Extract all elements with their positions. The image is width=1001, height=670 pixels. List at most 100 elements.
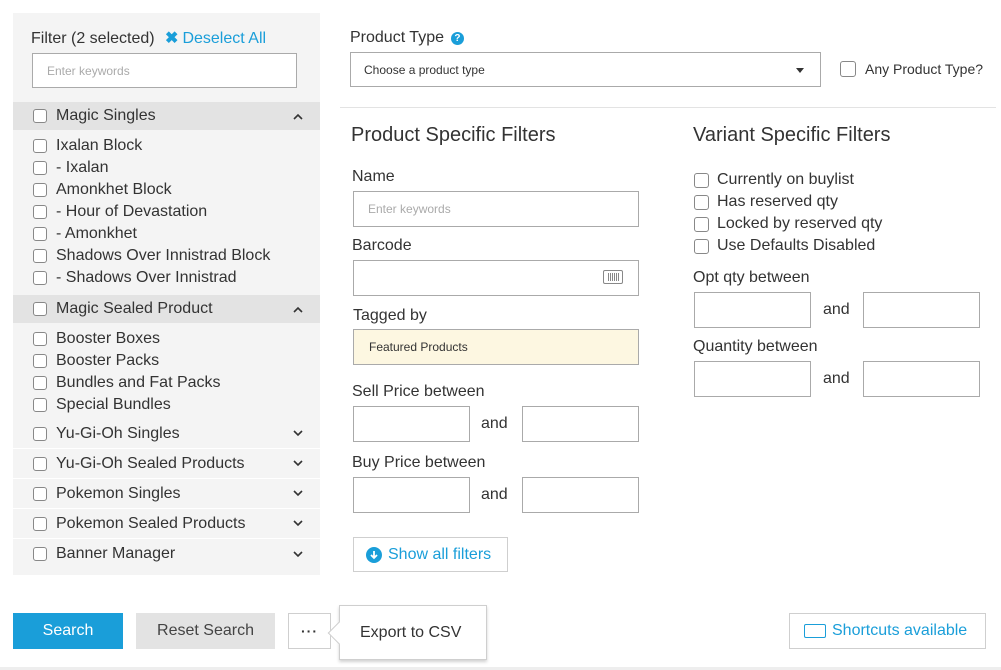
chevron-down-icon[interactable] [292, 428, 304, 440]
buy-price-label: Buy Price between [352, 454, 486, 471]
group-header-yugioh-sealed[interactable]: Yu-Gi-Oh Sealed Products [13, 449, 320, 479]
variant-checkbox-row[interactable]: Locked by reserved qty [694, 215, 882, 233]
search-button[interactable]: Search [13, 613, 123, 649]
popover-arrow [327, 621, 351, 645]
and-label: and [823, 301, 850, 318]
filter-count-label: Filter (2 selected) [31, 30, 155, 47]
list-item[interactable]: Amonkhet Block [13, 179, 320, 201]
filter-panel: Filter (2 selected) ✖Deselect All Magic … [13, 13, 320, 575]
item-checkbox[interactable] [33, 398, 47, 412]
variant-checkbox-row[interactable]: Currently on buylist [694, 171, 854, 189]
list-item[interactable]: - Amonkhet [13, 223, 320, 245]
keyboard-icon [804, 624, 826, 638]
chevron-down-icon[interactable] [292, 458, 304, 470]
item-checkbox[interactable] [33, 139, 47, 153]
list-item[interactable]: Special Bundles [13, 394, 320, 416]
group-label: Pokemon Sealed Products [56, 514, 246, 532]
list-item[interactable]: Booster Boxes [13, 328, 320, 350]
show-all-filters-label: Show all filters [388, 545, 492, 563]
filter-search-input[interactable] [32, 53, 297, 88]
product-type-text: Product Type [350, 29, 444, 46]
chevron-down-icon[interactable] [292, 548, 304, 560]
chevron-up-icon[interactable] [292, 303, 304, 315]
opt-qty-label: Opt qty between [693, 269, 810, 286]
quantity-max-input[interactable] [863, 361, 980, 397]
any-product-type-checkbox[interactable] [840, 61, 856, 77]
group-header-magic-sealed[interactable]: Magic Sealed Product [13, 295, 320, 323]
buy-price-max-input[interactable] [522, 477, 639, 513]
list-item[interactable]: Ixalan Block [13, 135, 320, 157]
sell-price-min-input[interactable] [353, 406, 470, 442]
group-label: Yu-Gi-Oh Sealed Products [56, 454, 245, 472]
reset-search-button[interactable]: Reset Search [136, 613, 275, 649]
deselect-all-label: Deselect All [182, 30, 267, 47]
variant-checkbox-row[interactable]: Use Defaults Disabled [694, 237, 875, 255]
any-product-type-toggle[interactable]: Any Product Type? [840, 61, 983, 77]
chevron-down-icon[interactable] [292, 488, 304, 500]
item-label: Ixalan Block [56, 137, 143, 154]
quantity-label: Quantity between [693, 338, 818, 355]
variant-checkbox-row[interactable]: Has reserved qty [694, 193, 838, 211]
buy-price-min-input[interactable] [353, 477, 470, 513]
group-checkbox[interactable] [33, 456, 47, 471]
variant-checkbox-label: Locked by reserved qty [717, 215, 883, 232]
list-item[interactable]: Booster Packs [13, 350, 320, 372]
item-label: Booster Boxes [56, 330, 161, 347]
chevron-down-icon[interactable] [292, 518, 304, 530]
group-checkbox[interactable] [33, 547, 47, 561]
show-all-filters-button[interactable]: Show all filters [353, 537, 508, 572]
barcode-icon[interactable] [603, 270, 623, 284]
question-circle-icon[interactable]: ? [450, 31, 464, 45]
item-checkbox[interactable] [33, 205, 47, 219]
variant-checkbox[interactable] [694, 172, 709, 188]
opt-qty-max-input[interactable] [863, 292, 980, 328]
shortcuts-button[interactable]: Shortcuts available [789, 613, 986, 649]
group-checkbox[interactable] [33, 486, 47, 501]
quantity-min-input[interactable] [694, 361, 811, 397]
item-checkbox[interactable] [33, 354, 47, 368]
barcode-input[interactable] [353, 260, 639, 296]
item-label: Shadows Over Innistrad Block [56, 247, 271, 264]
variant-checkbox[interactable] [694, 216, 709, 232]
item-checkbox[interactable] [33, 227, 47, 241]
chevron-up-icon[interactable] [292, 110, 304, 122]
item-checkbox[interactable] [33, 249, 47, 263]
group-header-banner-manager[interactable]: Banner Manager [13, 539, 320, 569]
group-header-yugioh-singles[interactable]: Yu-Gi-Oh Singles [13, 419, 320, 449]
list-item[interactable]: Bundles and Fat Packs [13, 372, 320, 394]
export-csv-menu-item[interactable]: Export to CSV [327, 605, 487, 660]
list-item[interactable]: Shadows Over Innistrad Block [13, 245, 320, 267]
group-checkbox[interactable] [33, 426, 47, 441]
name-input[interactable] [353, 191, 639, 227]
variant-checkbox[interactable] [694, 194, 709, 210]
more-options-button[interactable]: ··· [288, 613, 331, 649]
opt-qty-min-input[interactable] [694, 292, 811, 328]
tagged-by-input[interactable]: Featured Products [353, 329, 639, 365]
product-filters-title: Product Specific Filters [351, 124, 556, 146]
filter-header: Filter (2 selected) ✖ Deselect All [31, 28, 266, 48]
variant-checkbox[interactable] [694, 238, 709, 254]
sell-price-max-input[interactable] [522, 406, 639, 442]
item-checkbox[interactable] [33, 271, 47, 285]
group-checkbox[interactable] [33, 302, 47, 316]
group-header-pokemon-sealed[interactable]: Pokemon Sealed Products [13, 509, 320, 539]
item-label: - Ixalan [56, 159, 109, 176]
item-checkbox[interactable] [33, 376, 47, 390]
item-checkbox[interactable] [33, 183, 47, 197]
item-checkbox[interactable] [33, 161, 47, 175]
deselect-all-button[interactable]: ✖ Deselect All [165, 30, 266, 47]
arrow-down-circle-icon [366, 546, 382, 563]
group-checkbox[interactable] [33, 516, 47, 531]
list-item[interactable]: - Ixalan [13, 157, 320, 179]
list-item[interactable]: - Hour of Devastation [13, 201, 320, 223]
group-checkbox[interactable] [33, 109, 47, 123]
group-header-pokemon-singles[interactable]: Pokemon Singles [13, 479, 320, 509]
product-type-select[interactable]: Choose a product type [350, 52, 821, 87]
group-header-magic-singles[interactable]: Magic Singles [13, 102, 320, 130]
item-checkbox[interactable] [33, 332, 47, 346]
and-label: and [823, 370, 850, 387]
divider [340, 107, 996, 108]
list-item[interactable]: - Shadows Over Innistrad [13, 267, 320, 289]
sell-price-label: Sell Price between [352, 383, 485, 400]
caret-down-icon [796, 68, 804, 73]
